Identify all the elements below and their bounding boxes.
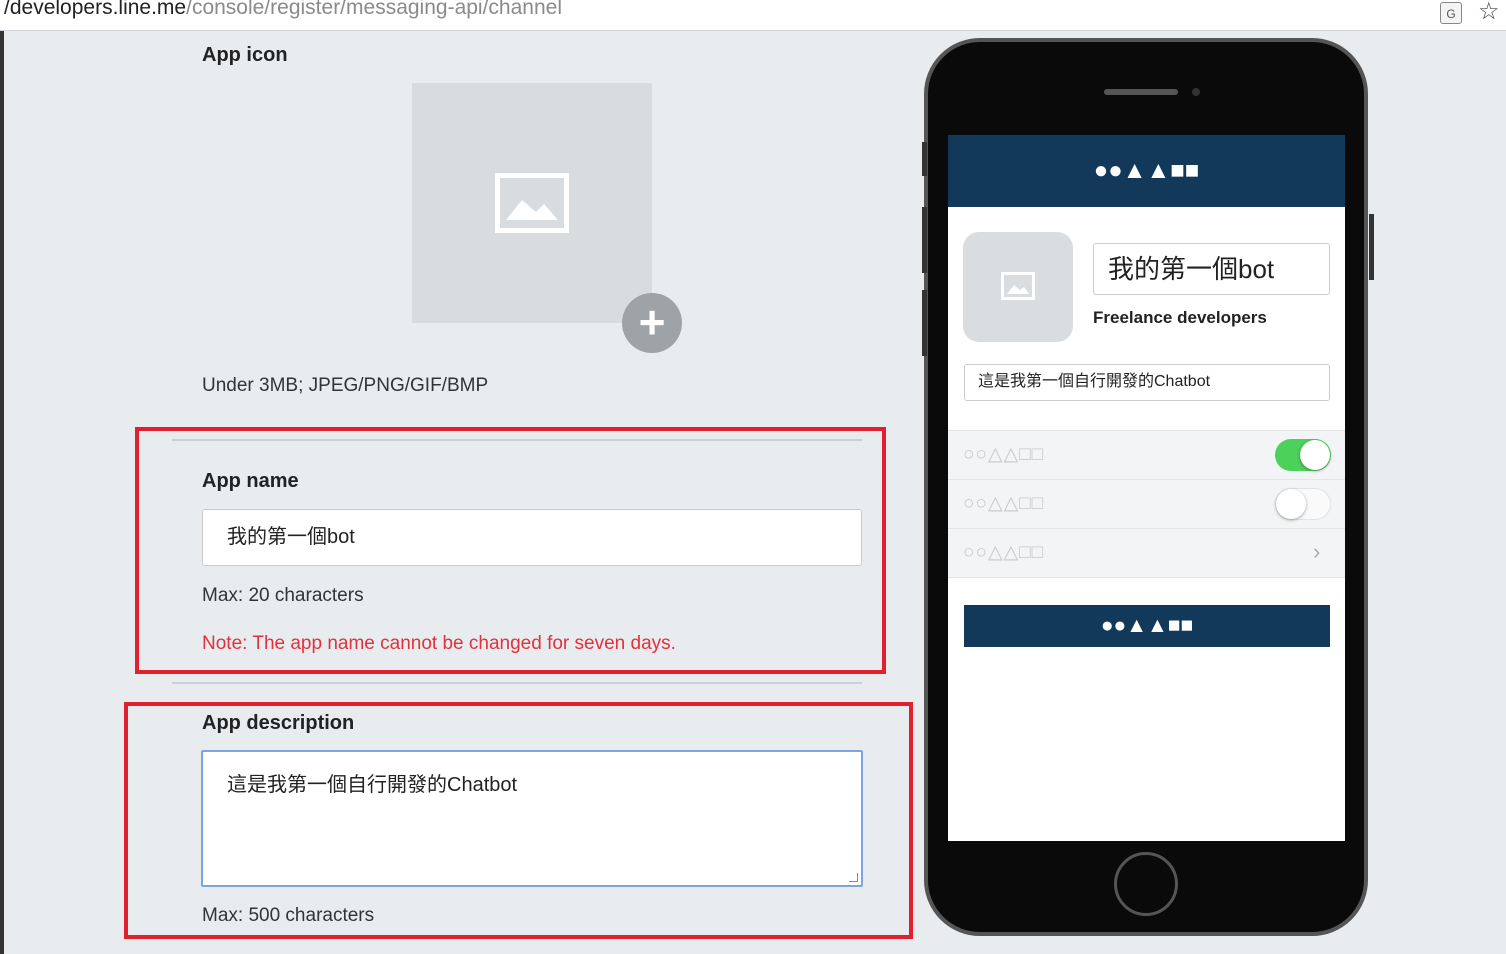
app-name-hint: Max: 20 characters: [202, 585, 364, 606]
app-description-value: 這是我第一個自行開發的Chatbot: [227, 774, 518, 796]
app-name-note: Note: The app name cannot be changed for…: [202, 633, 676, 654]
app-description-label: App description: [202, 712, 355, 734]
preview-row-label: ○○△△□□: [963, 493, 1045, 514]
phone-preview: ●●▲▲■■ 我的第一個bot Freelance developers 這是我…: [922, 38, 1374, 936]
translate-icon[interactable]: G: [1440, 2, 1462, 24]
app-icon-hint: Under 3MB; JPEG/PNG/GIF/BMP: [202, 375, 489, 396]
url-host: /developers.line.me: [4, 0, 187, 19]
phone-camera: [1192, 88, 1200, 96]
phone-side-button: [922, 142, 927, 176]
address-bar[interactable]: /developers.line.me/console/register/mes…: [0, 0, 1506, 31]
preview-provider: Freelance developers: [1093, 308, 1267, 327]
divider: [172, 682, 862, 684]
phone-screen: ●●▲▲■■ 我的第一個bot Freelance developers 這是我…: [948, 135, 1345, 841]
preview-row: ○○△△□□: [948, 430, 1345, 479]
image-icon: [495, 173, 569, 233]
preview-app-name: 我的第一個bot: [1093, 243, 1330, 295]
resize-handle[interactable]: [849, 873, 858, 882]
window-edge: [0, 31, 4, 954]
app-icon-label: App icon: [202, 44, 288, 66]
image-icon: [1001, 272, 1035, 300]
toggle-knob: [1276, 489, 1306, 519]
phone-side-button: [922, 290, 927, 356]
preview-button: ●●▲▲■■: [964, 605, 1330, 647]
url-path: /console/register/messaging-api/channel: [186, 0, 562, 19]
chevron-right-icon: ›: [1313, 539, 1321, 564]
app-description-hint: Max: 500 characters: [202, 905, 375, 926]
phone-speaker: [1104, 89, 1178, 95]
app-name-input[interactable]: 我的第一個bot: [202, 509, 862, 566]
app-description-textarea[interactable]: 這是我第一個自行開發的Chatbot: [201, 750, 863, 887]
preview-description: 這是我第一個自行開發的Chatbot: [964, 364, 1330, 401]
preview-row-label: ○○△△□□: [963, 444, 1045, 465]
preview-row: ○○△△□□: [948, 479, 1345, 528]
add-icon-button[interactable]: +: [622, 293, 682, 353]
app-name-label: App name: [202, 470, 299, 492]
url-text[interactable]: /developers.line.me/console/register/mes…: [4, 0, 562, 20]
app-icon-placeholder[interactable]: [412, 83, 652, 323]
preview-app-icon: [963, 232, 1073, 342]
toggle-knob: [1300, 440, 1330, 470]
toggle-on: [1275, 439, 1331, 471]
phone-side-button: [922, 207, 927, 273]
toggle-off: [1275, 488, 1331, 520]
phone-side-button: [1369, 214, 1374, 280]
preview-row: ○○△△□□ ›: [948, 528, 1345, 578]
star-icon[interactable]: ☆: [1478, 0, 1500, 26]
phone-home-button: [1114, 852, 1178, 916]
preview-row-label: ○○△△□□: [963, 542, 1045, 563]
preview-header: ●●▲▲■■: [948, 135, 1345, 207]
